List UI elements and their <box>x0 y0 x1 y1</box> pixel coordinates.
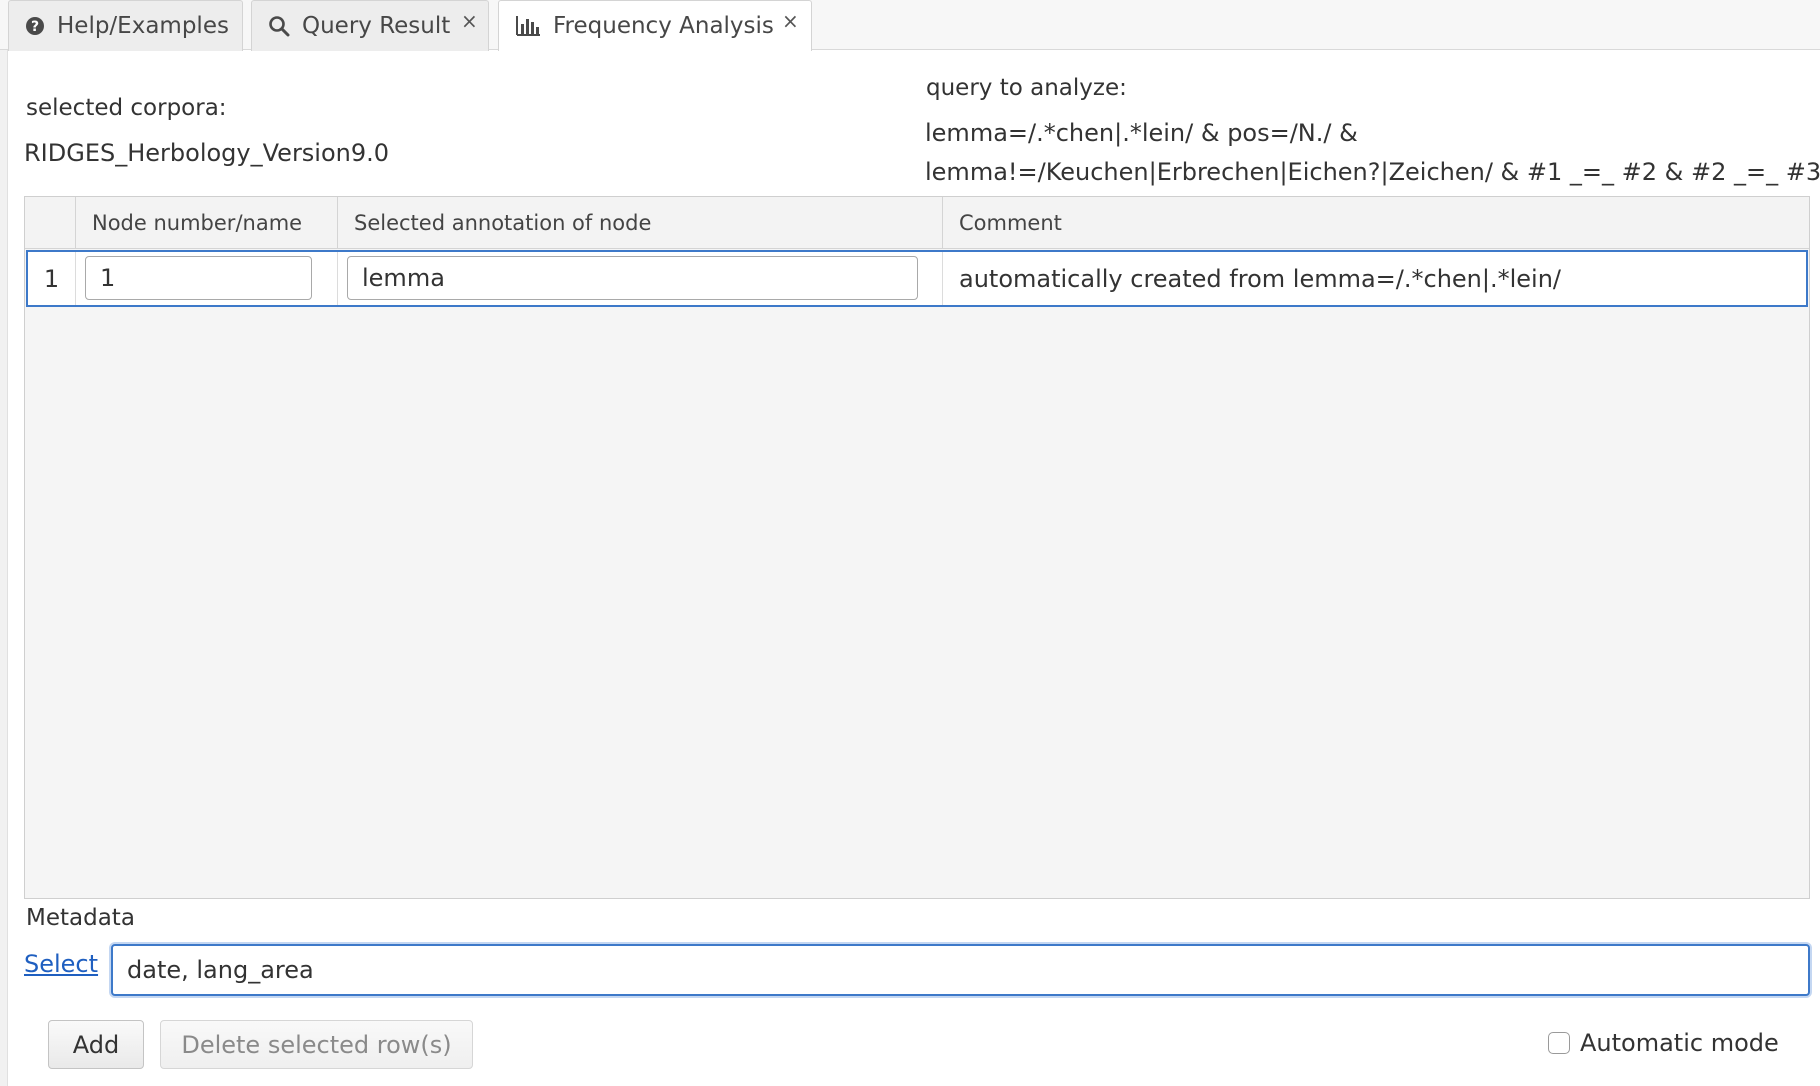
tab-label: Frequency Analysis <box>553 13 774 39</box>
query-label: query to analyze: <box>926 75 1127 101</box>
automatic-mode-checkbox[interactable] <box>1548 1032 1570 1054</box>
tab-label: Query Result <box>302 13 451 39</box>
tab-bar: ? Help/Examples Query Result × Frequency… <box>0 0 1820 51</box>
annotation-input[interactable]: lemma <box>347 256 918 300</box>
svg-text:?: ? <box>31 19 39 35</box>
query-line-2: lemma!=/Keuchen|Erbrechen|Eichen?|Zeiche… <box>925 158 1820 186</box>
tab-label: Help/Examples <box>57 13 229 39</box>
close-icon[interactable]: × <box>782 9 799 33</box>
node-annotation-grid: Node number/name Selected annotation of … <box>24 196 1810 899</box>
left-border-strip <box>0 50 8 1086</box>
header-row-number <box>25 197 76 249</box>
header-comment[interactable]: Comment <box>943 197 1809 249</box>
table-row[interactable]: 1 1 lemma automatically created from lem… <box>26 250 1808 307</box>
tab-frequency-analysis[interactable]: Frequency Analysis × <box>498 0 812 51</box>
header-selected-annotation[interactable]: Selected annotation of node <box>338 197 943 249</box>
row-number: 1 <box>28 252 76 305</box>
metadata-label: Metadata <box>26 905 135 931</box>
row-comment-cell: automatically created from lemma=/.*chen… <box>959 264 1561 293</box>
close-icon[interactable]: × <box>461 9 478 33</box>
tab-query-result[interactable]: Query Result × <box>251 0 489 51</box>
row-annotation-cell: lemma <box>338 252 943 305</box>
selected-corpora-label: selected corpora: <box>26 95 227 121</box>
node-number-input[interactable]: 1 <box>85 256 312 300</box>
grid-header: Node number/name Selected annotation of … <box>25 197 1809 249</box>
bar-chart-icon <box>515 15 541 37</box>
tab-help-examples[interactable]: ? Help/Examples <box>8 0 243 51</box>
metadata-select-link[interactable]: Select <box>24 950 98 978</box>
row-node-cell: 1 <box>76 252 338 305</box>
metadata-input[interactable]: date, lang_area <box>111 944 1810 996</box>
selected-corpora-value: RIDGES_Herbology_Version9.0 <box>24 139 390 167</box>
automatic-mode-label: Automatic mode <box>1580 1029 1779 1057</box>
add-button[interactable]: Add <box>48 1020 144 1069</box>
query-line-1: lemma=/.*chen|.*lein/ & pos=/N./ & <box>925 119 1358 147</box>
search-icon <box>268 15 290 37</box>
delete-rows-button[interactable]: Delete selected row(s) <box>160 1020 473 1069</box>
automatic-mode-toggle[interactable]: Automatic mode <box>1548 1029 1779 1057</box>
help-circle-icon: ? <box>25 16 45 36</box>
header-node-number[interactable]: Node number/name <box>76 197 338 249</box>
